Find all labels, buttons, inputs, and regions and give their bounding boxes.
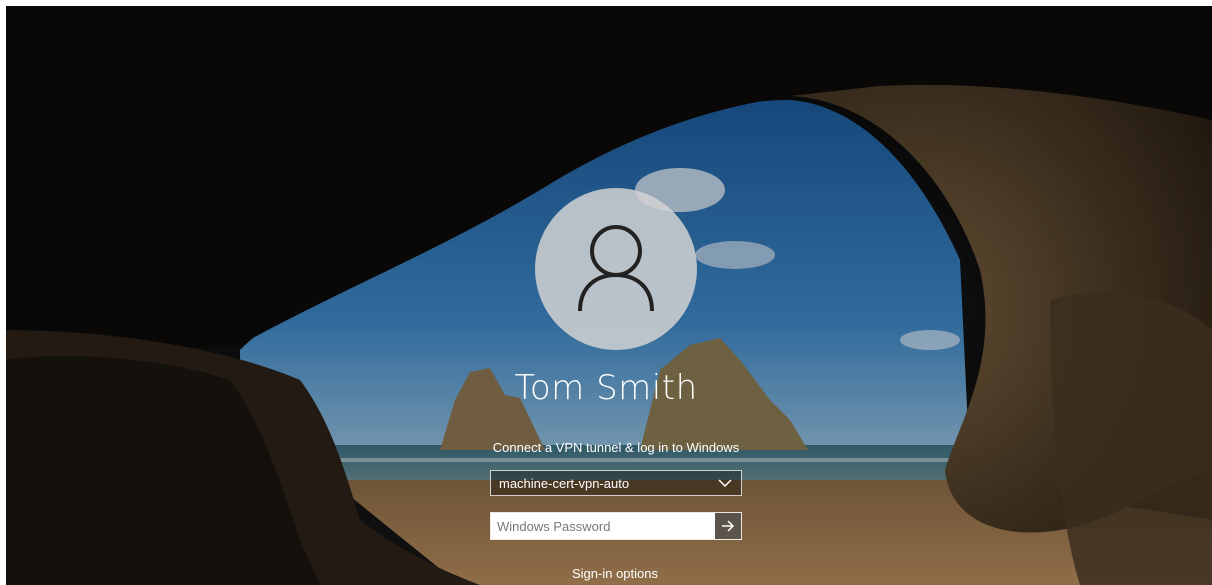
password-input[interactable] bbox=[491, 513, 715, 539]
password-field-group bbox=[490, 512, 742, 540]
user-name: Tom Smith bbox=[514, 368, 698, 408]
chevron-down-icon bbox=[717, 475, 733, 491]
user-avatar bbox=[535, 188, 697, 350]
sign-in-options-link[interactable]: Sign-in options bbox=[0, 566, 1212, 581]
submit-button[interactable] bbox=[715, 513, 741, 539]
arrow-right-icon bbox=[721, 517, 735, 536]
user-silhouette-icon bbox=[574, 221, 658, 317]
vpn-profile-dropdown[interactable]: machine-cert-vpn-auto bbox=[490, 470, 742, 496]
vpn-profile-selected: machine-cert-vpn-auto bbox=[499, 475, 630, 491]
vpn-connect-label: Connect a VPN tunnel & log in to Windows bbox=[492, 440, 740, 455]
